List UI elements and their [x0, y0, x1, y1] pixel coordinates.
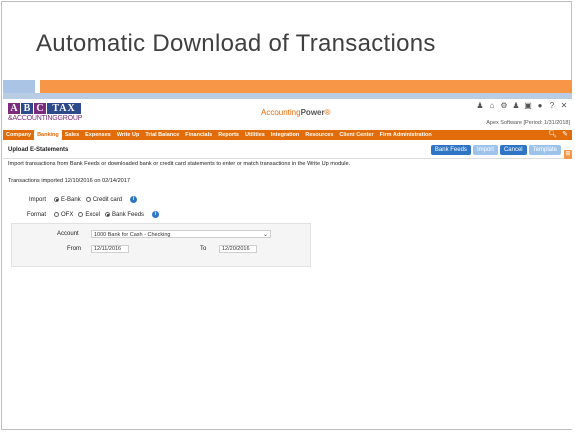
from-date-value: 12/11/2016 — [94, 246, 122, 252]
brand-power: Power — [300, 108, 325, 117]
info-icon[interactable]: i — [152, 211, 160, 218]
main-navbar: Company Banking Sales Expenses Write Up … — [3, 130, 572, 140]
app-window: A B C TAX &ACCOUNTINGGROUP AccountingPow… — [3, 99, 572, 429]
filter-panel: Account 1000 Bank for Cash - Checking ⌄ … — [11, 223, 311, 267]
bank-feeds-button[interactable]: Bank Feeds — [430, 145, 471, 155]
toolbar-buttons: Bank Feeds Import Cancel Template — [430, 145, 561, 155]
logo-letter-a: A — [8, 103, 20, 114]
close-icon[interactable]: ✕ — [560, 101, 568, 110]
import-row: Import E-Bank Credit card i — [8, 196, 138, 203]
user-icon[interactable]: ♟ — [476, 101, 484, 110]
format-label: Format — [26, 211, 46, 218]
chat-icon[interactable]: ● — [536, 101, 544, 110]
chevron-down-icon: ⌄ — [262, 232, 268, 238]
nav-integration[interactable]: Integration — [268, 130, 302, 140]
account-select-value: 1000 Bank for Cash - Checking — [94, 232, 171, 238]
logo-tax: TAX — [47, 103, 81, 114]
company-period-info: Apex Software [Period: 1/31/2018] — [486, 120, 570, 126]
profile-icon[interactable]: ♟ — [512, 101, 520, 110]
pencil-icon[interactable]: ✎ — [562, 130, 568, 140]
nav-reports[interactable]: Reports — [215, 130, 242, 140]
slide-title: Automatic Download of Transactions — [36, 30, 436, 57]
nav-expenses[interactable]: Expenses — [82, 130, 114, 140]
account-select[interactable]: 1000 Bank for Cash - Checking ⌄ — [91, 230, 271, 238]
nav-firm-administration[interactable]: Firm Administration — [377, 130, 435, 140]
nav-sales[interactable]: Sales — [62, 130, 82, 140]
to-label: To — [200, 246, 207, 252]
brand-name: Accounting — [261, 108, 301, 117]
header-icons: ♟ ⌂ ⚙ ♟ ▣ ● ? ✕ — [476, 101, 568, 110]
nav-write-up[interactable]: Write Up — [114, 130, 143, 140]
gear-icon[interactable]: ⚙ — [500, 101, 508, 110]
brand-mark: ® — [324, 108, 331, 117]
format-option-bank-feeds[interactable]: Bank Feeds — [105, 212, 144, 218]
page-description: Import transactions from Bank Feeds or d… — [8, 161, 351, 167]
import-option-credit-card-label: Credit card — [92, 196, 123, 203]
document-icon[interactable]: ▣ — [524, 101, 532, 110]
import-option-credit-card[interactable]: Credit card — [85, 196, 123, 203]
radio-ebank[interactable] — [54, 197, 59, 202]
nav-banking[interactable]: Banking — [34, 130, 62, 140]
app-header: A B C TAX &ACCOUNTINGGROUP AccountingPow… — [3, 99, 572, 129]
search-icon[interactable]: 🔍︎ — [548, 130, 557, 140]
import-option-ebank-label: E-Bank — [61, 196, 81, 203]
format-option-excel-label: Excel — [85, 211, 101, 218]
nav-utilities[interactable]: Utilities — [242, 130, 268, 140]
info-icon[interactable]: i — [130, 196, 138, 203]
format-option-bank-feeds-label: Bank Feeds — [112, 211, 145, 218]
to-date-field[interactable]: 12/20/2016 — [219, 245, 257, 253]
radio-ofx[interactable] — [54, 212, 59, 217]
product-brand: AccountingPower® — [261, 108, 331, 117]
logo-letter-c: C — [34, 103, 46, 114]
nav-trial-balance[interactable]: Trial Balance — [142, 130, 182, 140]
from-date-field[interactable]: 12/11/2016 — [91, 245, 129, 253]
from-label: From — [67, 246, 81, 252]
format-option-excel[interactable]: Excel — [78, 212, 100, 218]
logo-subtitle: &ACCOUNTINGGROUP — [8, 115, 83, 122]
page-toolbar: Upload E-Statements Bank Feeds Import Ca… — [3, 143, 572, 159]
company-logo[interactable]: A B C TAX &ACCOUNTINGGROUP — [8, 103, 82, 122]
radio-bank-feeds[interactable] — [105, 212, 111, 217]
template-button[interactable]: Template — [528, 145, 561, 155]
format-row: Format OFX Excel Bank Feeds i — [8, 211, 160, 218]
nav-company[interactable]: Company — [3, 130, 34, 140]
import-button[interactable]: Import — [472, 145, 498, 155]
decor-orange-bar — [40, 80, 572, 93]
radio-credit-card[interactable] — [85, 197, 91, 202]
page-title: Upload E-Statements — [8, 147, 69, 153]
nav-resources[interactable]: Resources — [302, 130, 336, 140]
home-icon[interactable]: ⌂ — [488, 101, 496, 110]
import-label: Import — [28, 196, 46, 203]
side-panel-toggle-icon[interactable]: ⊞ — [564, 150, 572, 159]
import-option-ebank[interactable]: E-Bank — [54, 197, 81, 203]
radio-excel[interactable] — [78, 212, 84, 217]
logo-letter-b: B — [21, 103, 33, 114]
cancel-button[interactable]: Cancel — [499, 145, 527, 155]
imported-note: Transactions imported 12/10/2016 on 02/1… — [8, 178, 131, 184]
help-icon[interactable]: ? — [548, 101, 556, 110]
format-option-ofx[interactable]: OFX — [54, 212, 73, 218]
format-option-ofx-label: OFX — [61, 211, 74, 218]
account-label: Account — [57, 231, 79, 237]
nav-financials[interactable]: Financials — [182, 130, 215, 140]
nav-right-icons: 🔍︎ ✎ — [548, 130, 568, 140]
nav-client-center[interactable]: Client Center — [336, 130, 376, 140]
decor-blue-block — [3, 80, 35, 93]
to-date-value: 12/20/2016 — [222, 246, 250, 252]
